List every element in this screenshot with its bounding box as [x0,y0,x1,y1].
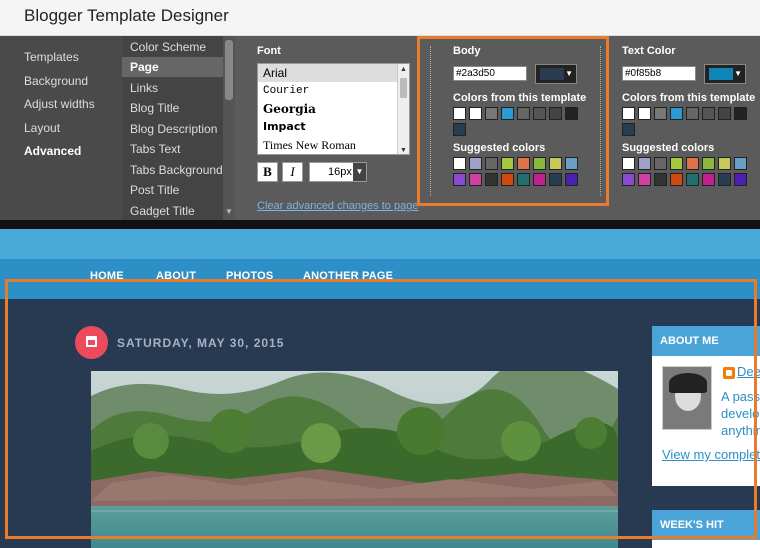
sub-nav-item-blog-title[interactable]: Blog Title [130,101,179,115]
font-option-arial[interactable]: Arial [258,64,409,82]
chevron-down-icon: ▼ [353,163,366,181]
italic-button[interactable]: I [282,162,303,182]
color-swatch[interactable] [622,173,635,186]
left-nav: Templates Background Adjust widths Layou… [0,36,122,220]
color-swatch[interactable] [670,157,683,170]
scroll-down-arrow-icon[interactable]: ▼ [225,207,233,216]
template-designer-panel: Templates Background Adjust widths Layou… [0,36,760,220]
color-swatch[interactable] [718,157,731,170]
chevron-down-icon: ▼ [734,69,742,78]
text-suggested-swatches [622,157,747,186]
text-color-picker-button[interactable]: ▼ [704,64,746,84]
font-option-times-new-roman[interactable]: Times New Roman [258,136,409,154]
color-swatch[interactable] [718,173,731,186]
color-swatch[interactable] [734,107,747,120]
scroll-down-arrow-icon[interactable]: ▼ [400,147,407,154]
left-nav-item-adjust-widths[interactable]: Adjust widths [24,97,95,111]
font-option-georgia[interactable]: Georgia [258,100,409,118]
blog-highlight-box [5,279,757,539]
bold-button[interactable]: B [257,162,278,182]
color-swatch[interactable] [654,173,667,186]
color-swatch[interactable] [638,157,651,170]
window-title: Blogger Template Designer [24,6,229,25]
color-swatch[interactable] [654,107,667,120]
advanced-sub-nav: Color Scheme Page Links Blog Title Blog … [122,36,223,220]
font-list-scrollbar[interactable]: ▲ ▼ [397,64,409,154]
color-swatch[interactable] [622,123,635,136]
sub-nav-item-post-title[interactable]: Post Title [130,183,179,197]
left-nav-item-layout[interactable]: Layout [24,121,60,135]
font-option-impact[interactable]: Impact [258,118,409,136]
font-size-value: 16px [328,166,352,178]
color-swatch[interactable] [622,157,635,170]
color-swatch[interactable] [654,157,667,170]
color-swatch[interactable] [718,107,731,120]
color-swatch[interactable] [702,107,715,120]
left-nav-item-advanced[interactable]: Advanced [24,144,81,158]
text-template-colors-label: Colors from this template [622,92,756,104]
sub-nav-item-color-scheme[interactable]: Color Scheme [130,40,206,54]
color-swatch[interactable] [686,107,699,120]
sub-nav-item-page[interactable]: Page [122,57,223,77]
scrollbar-thumb[interactable] [225,40,233,100]
body-highlight-box [417,36,609,206]
font-option-courier[interactable]: Courier [258,82,409,100]
color-swatch[interactable] [702,173,715,186]
color-swatch[interactable] [734,173,747,186]
sub-nav-item-tabs-background[interactable]: Tabs Background [130,163,223,177]
text-color-label: Text Color [622,45,676,57]
header-band [0,229,760,259]
color-swatch[interactable] [670,107,683,120]
font-family-list[interactable]: Arial Courier Georgia Impact Times New R… [257,63,410,155]
font-label: Font [257,45,281,57]
color-swatch[interactable] [734,157,747,170]
sub-nav-item-gadget-title[interactable]: Gadget Title [130,204,195,218]
color-swatch[interactable] [702,157,715,170]
header-top-band [0,220,760,229]
scroll-up-arrow-icon[interactable]: ▲ [400,66,407,73]
titlebar: Blogger Template Designer [0,0,760,36]
sub-nav-item-blog-description[interactable]: Blog Description [130,122,217,136]
text-color-swatch [709,68,733,80]
left-nav-item-templates[interactable]: Templates [24,50,79,64]
font-size-select[interactable]: 16px ▼ [309,162,367,182]
sub-nav-scrollbar[interactable]: ▼ [223,36,235,220]
sub-nav-item-links[interactable]: Links [130,81,158,95]
color-swatch[interactable] [686,157,699,170]
color-swatch[interactable] [638,173,651,186]
left-nav-item-background[interactable]: Background [24,74,88,88]
text-suggested-colors-label: Suggested colors [622,142,715,154]
font-list-scroll-thumb[interactable] [400,78,407,98]
color-swatch[interactable] [686,173,699,186]
color-swatch[interactable] [670,173,683,186]
color-swatch[interactable] [638,107,651,120]
sub-nav-item-tabs-text[interactable]: Tabs Text [130,142,180,156]
text-template-swatches [622,107,747,136]
color-swatch[interactable] [622,107,635,120]
text-color-hex-input[interactable]: #0f85b8 [622,66,696,81]
clear-advanced-changes-link[interactable]: Clear advanced changes to page [257,200,418,212]
